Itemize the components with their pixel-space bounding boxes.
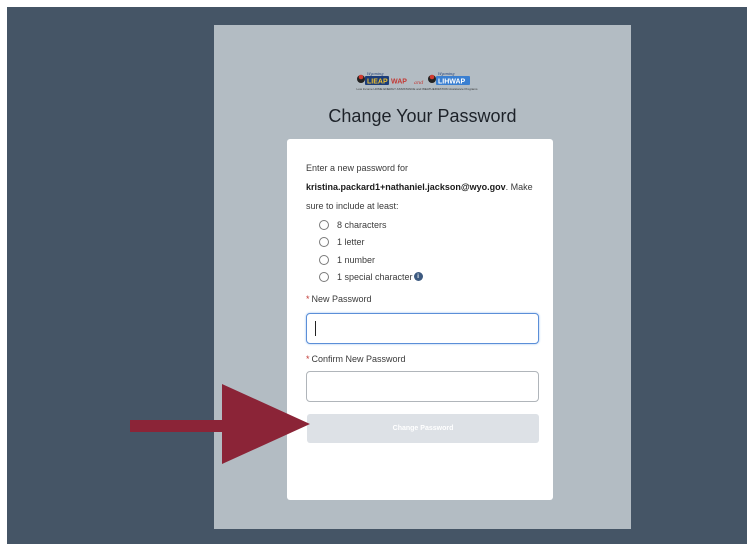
requirement-label: 8 characters — [337, 219, 387, 230]
logo-state-right: Wyoming — [438, 72, 455, 76]
requirement-label: 1 number — [337, 254, 376, 265]
new-password-label-text: New Password — [311, 294, 372, 304]
requirement-status-icon — [319, 254, 329, 265]
logo-tagline: Low Income HOME ENERGY ASSISTANCE and WE… — [356, 87, 478, 91]
requirement-item: 1 special character i — [319, 270, 423, 283]
change-password-button[interactable]: Change Password — [307, 414, 539, 443]
new-password-label: * New Password — [306, 294, 372, 304]
new-password-input[interactable] — [306, 313, 539, 344]
confirm-password-input[interactable] — [306, 371, 539, 402]
requirement-status-icon — [319, 236, 329, 247]
requirement-status-icon — [319, 219, 329, 230]
logo-graphic: Wyoming LIEAP WAP and Wyoming LIHWAP — [357, 72, 470, 86]
instructions: Enter a new password for kristina.packar… — [306, 159, 542, 216]
requirement-label: 1 special character — [337, 271, 413, 282]
required-marker: * — [306, 354, 310, 364]
user-email: kristina.packard1+nathaniel.jackson@wyo.… — [306, 182, 506, 192]
requirement-label: 1 letter — [337, 236, 365, 247]
info-icon[interactable]: i — [413, 272, 423, 281]
logo-lihwap: LIHWAP — [438, 79, 466, 86]
requirement-item: 8 characters — [319, 218, 387, 231]
confirm-password-label: * Confirm New Password — [306, 354, 406, 364]
logo-lieap: LIEAP — [367, 79, 388, 86]
logo-state-left: Wyoming — [367, 72, 384, 76]
program-logo: Wyoming LIEAP WAP and Wyoming LIHWAP Low… — [333, 70, 501, 96]
logo-and: and — [414, 80, 423, 86]
confirm-password-label-text: Confirm New Password — [311, 354, 406, 364]
required-marker: * — [306, 294, 310, 304]
requirement-item: 1 letter — [319, 235, 365, 248]
instructions-prefix: Enter a new password for — [306, 163, 409, 173]
requirement-status-icon — [319, 271, 329, 282]
text-cursor — [315, 321, 316, 336]
annotation-arrow-icon — [130, 384, 310, 464]
page-title: Change Your Password — [328, 106, 517, 126]
requirement-item: 1 number — [319, 253, 375, 266]
logo-wap: WAP — [391, 79, 407, 86]
